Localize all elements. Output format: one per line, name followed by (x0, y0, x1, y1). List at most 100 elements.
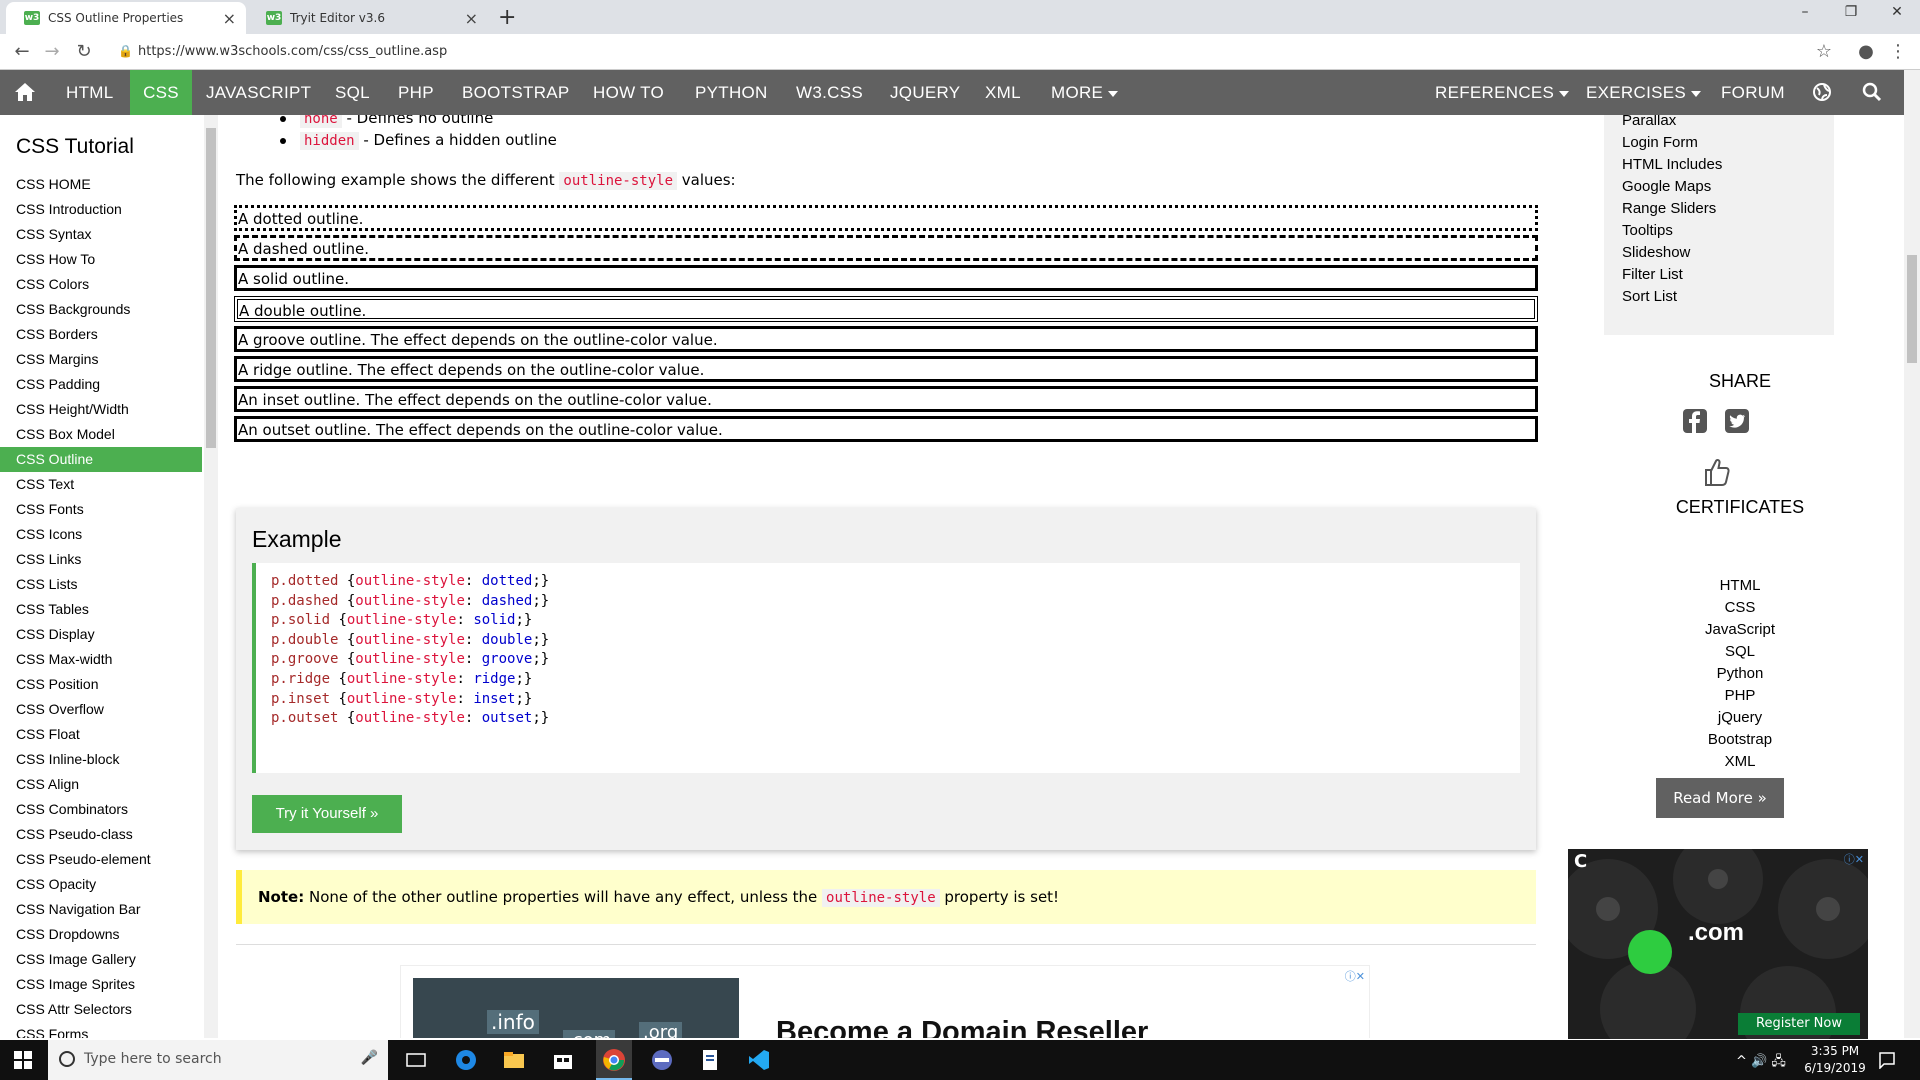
nav-bootstrap[interactable]: BOOTSTRAP (462, 70, 570, 115)
close-window-icon[interactable]: ✕ (1882, 4, 1912, 20)
advertisement-com-domain[interactable]: .com Register Now C ⓘ✕ (1568, 849, 1868, 1039)
chrome-taskbar-item[interactable] (596, 1040, 632, 1080)
menu-kebab-icon[interactable]: ⋮ (1886, 41, 1910, 62)
sidebar-link[interactable]: CSS How To (0, 247, 202, 272)
profile-icon[interactable]: ● (1854, 41, 1878, 62)
forward-icon[interactable]: → (40, 41, 64, 62)
windows-start-icon[interactable] (14, 1051, 32, 1069)
sidebar-link[interactable]: CSS Lists (0, 572, 202, 597)
sidebar-link[interactable]: CSS Inline-block (0, 747, 202, 772)
vscode-icon[interactable] (747, 1048, 771, 1072)
sidebar-link[interactable]: CSS Overflow (0, 697, 202, 722)
nav-more[interactable]: MORE (1051, 70, 1119, 115)
bookmark-star-icon[interactable]: ☆ (1812, 41, 1836, 62)
nav-php[interactable]: PHP (398, 70, 434, 115)
sidebar-link[interactable]: CSS Text (0, 472, 202, 497)
sidebar-link[interactable]: CSS Attr Selectors (0, 997, 202, 1022)
advertisement-domain-reseller[interactable]: .info .com .org Become a Domain Reseller… (400, 965, 1370, 1038)
thumbs-up-icon[interactable] (1703, 457, 1731, 487)
ad-info-icon[interactable]: ⓘ✕ (1345, 968, 1365, 984)
sidebar-link[interactable]: CSS Height/Width (0, 397, 202, 422)
howto-link[interactable]: Google Maps (1622, 178, 1711, 195)
ad-register-button[interactable]: Register Now (1738, 1013, 1860, 1035)
nav-how-to[interactable]: HOW TO (593, 70, 664, 115)
microphone-icon[interactable]: 🎤 (361, 1050, 378, 1066)
facebook-icon[interactable] (1682, 408, 1708, 434)
certificate-link[interactable]: SQL (1560, 643, 1920, 660)
howto-link[interactable]: Range Sliders (1622, 200, 1716, 217)
nav-sql[interactable]: SQL (335, 70, 370, 115)
read-more-button[interactable]: Read More » (1656, 778, 1784, 818)
sidebar-link[interactable]: CSS Pseudo-class (0, 822, 202, 847)
sidebar-link[interactable]: CSS Opacity (0, 872, 202, 897)
certificate-link[interactable]: Bootstrap (1560, 731, 1920, 748)
certificate-link[interactable]: CSS (1560, 599, 1920, 616)
nav-html[interactable]: HTML (66, 70, 113, 115)
sidebar-link[interactable]: CSS Combinators (0, 797, 202, 822)
minimize-icon[interactable]: – (1790, 4, 1820, 20)
certificate-link[interactable]: HTML (1560, 577, 1920, 594)
document-icon[interactable] (698, 1048, 722, 1072)
restore-icon[interactable]: ❐ (1836, 4, 1866, 20)
task-view-icon[interactable] (404, 1048, 428, 1072)
back-icon[interactable]: ← (10, 41, 34, 62)
sidebar-link[interactable]: CSS Fonts (0, 497, 202, 522)
nav-forum[interactable]: FORUM (1721, 70, 1785, 115)
certificate-link[interactable]: Python (1560, 665, 1920, 682)
notifications-icon[interactable] (1878, 1051, 1896, 1069)
howto-link[interactable]: Parallax (1622, 115, 1676, 129)
howto-link[interactable]: Sort List (1622, 288, 1677, 305)
nav-python[interactable]: PYTHON (695, 70, 768, 115)
browser-tab-tryit[interactable]: w3 Tryit Editor v3.6 × (248, 2, 488, 34)
sidebar-link[interactable]: CSS Padding (0, 372, 202, 397)
sidebar-link[interactable]: CSS Float (0, 722, 202, 747)
search-icon[interactable] (1862, 70, 1886, 115)
sidebar-link[interactable]: CSS Colors (0, 272, 202, 297)
sidebar-link[interactable]: CSS Align (0, 772, 202, 797)
sidebar-link[interactable]: CSS Backgrounds (0, 297, 202, 322)
sidebar-link[interactable]: CSS Display (0, 622, 202, 647)
sidebar-link[interactable]: CSS Position (0, 672, 202, 697)
howto-link[interactable]: Filter List (1622, 266, 1683, 283)
sidebar-link[interactable]: CSS Image Sprites (0, 972, 202, 997)
try-it-yourself-button[interactable]: Try it Yourself » (252, 795, 402, 833)
new-tab-icon[interactable]: + (498, 5, 516, 30)
sidebar-link[interactable]: CSS Forms (0, 1022, 202, 1038)
sidebar-link[interactable]: CSS Image Gallery (0, 947, 202, 972)
howto-link[interactable]: Tooltips (1622, 222, 1673, 239)
sidebar-link[interactable]: CSS Max-width (0, 647, 202, 672)
sidebar-link[interactable]: CSS Dropdowns (0, 922, 202, 947)
certificate-link[interactable]: jQuery (1560, 709, 1920, 726)
sidebar-link[interactable]: CSS HOME (0, 172, 202, 197)
nav-css[interactable]: CSS (130, 70, 192, 115)
howto-link[interactable]: Slideshow (1622, 244, 1690, 261)
howto-link[interactable]: Login Form (1622, 134, 1698, 151)
browser-tab-css-outline[interactable]: w3 CSS Outline Properties × (6, 2, 246, 34)
sidebar-link[interactable]: CSS Pseudo-element (0, 847, 202, 872)
sidebar-link[interactable]: CSS Box Model (0, 422, 202, 447)
sidebar-link[interactable]: CSS Syntax (0, 222, 202, 247)
home-icon[interactable] (14, 70, 50, 115)
file-explorer-icon[interactable] (502, 1048, 526, 1072)
close-tab-icon[interactable]: × (465, 9, 478, 28)
sidebar-link[interactable]: CSS Links (0, 547, 202, 572)
nav-javascript[interactable]: JAVASCRIPT (206, 70, 311, 115)
sidebar-link[interactable]: CSS Introduction (0, 197, 202, 222)
store-icon[interactable] (551, 1048, 575, 1072)
sidebar-link[interactable]: CSS Tables (0, 597, 202, 622)
certificate-link[interactable]: PHP (1560, 687, 1920, 704)
close-tab-icon[interactable]: × (223, 9, 236, 28)
app-icon[interactable] (650, 1048, 674, 1072)
taskbar-search-box[interactable]: Type here to search 🎤 (48, 1040, 388, 1080)
nav-jquery[interactable]: JQUERY (890, 70, 960, 115)
sidebar-link[interactable]: CSS Borders (0, 322, 202, 347)
twitter-icon[interactable] (1724, 408, 1750, 434)
sidebar-link[interactable]: CSS Margins (0, 347, 202, 372)
howto-link[interactable]: HTML Includes (1622, 156, 1722, 173)
sidebar-scrollbar-thumb[interactable] (206, 128, 216, 448)
page-scrollbar[interactable] (1904, 70, 1920, 1038)
certificate-link[interactable]: JavaScript (1560, 621, 1920, 638)
nav-references[interactable]: REFERENCES (1435, 70, 1570, 115)
reload-icon[interactable]: ↻ (72, 41, 96, 62)
nav-w3css[interactable]: W3.CSS (796, 70, 863, 115)
